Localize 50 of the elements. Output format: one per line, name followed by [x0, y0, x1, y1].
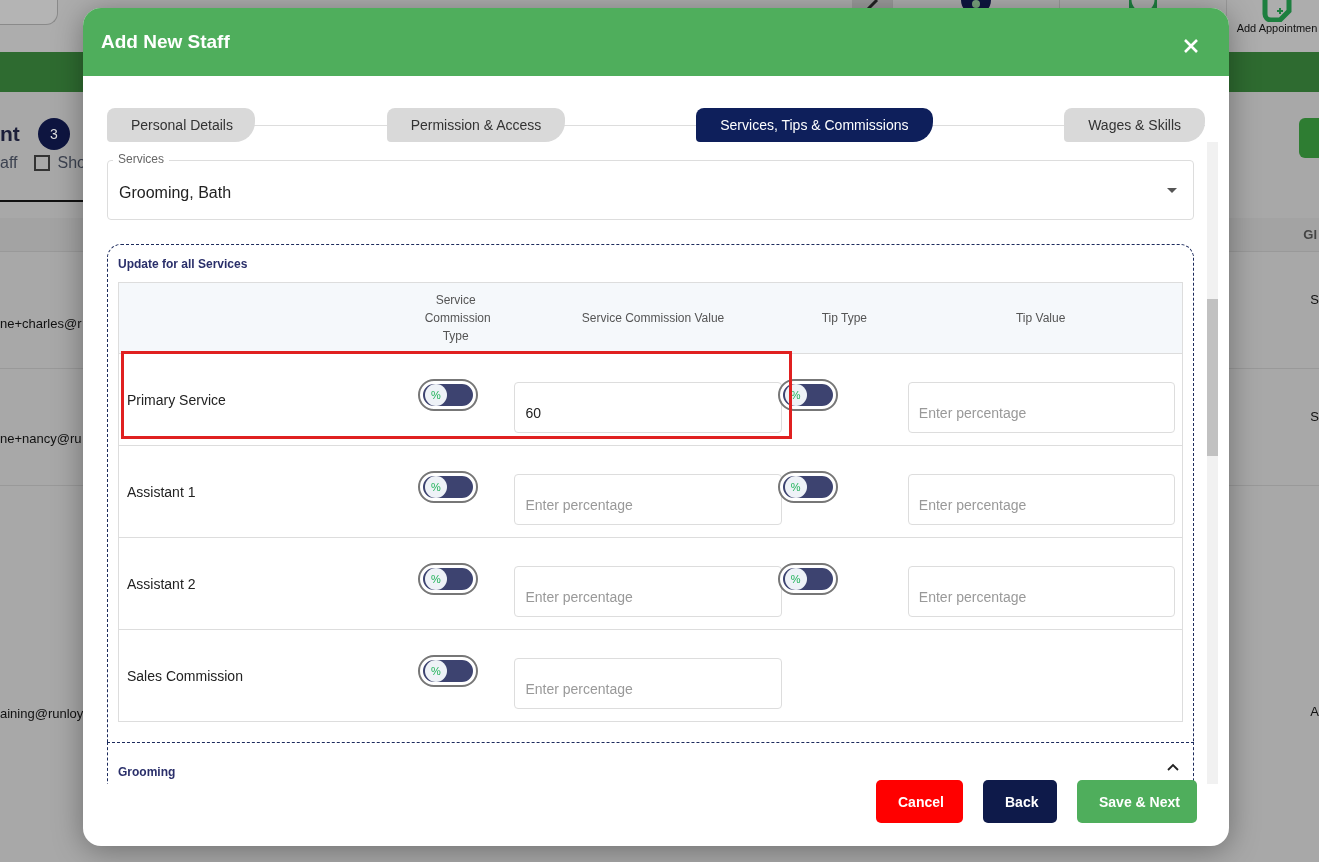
email-cell-text: ne+nancy@ru	[0, 431, 82, 448]
row-label: Primary Service	[127, 391, 226, 408]
table-cell-text: S	[1310, 292, 1319, 309]
column-header: Tip Type	[821, 311, 868, 325]
page-title: nt	[0, 122, 20, 146]
add-appointment-button[interactable]: Add Appointmen	[1227, 0, 1319, 34]
toggle-switch[interactable]: %	[419, 657, 476, 685]
close-icon[interactable]	[1183, 38, 1199, 54]
dialog-title: Add New Staff	[101, 31, 230, 53]
column-header: Service Commission Value	[581, 311, 725, 325]
input-field[interactable]: Enter percentage	[907, 382, 1175, 433]
step-tab[interactable]: Permission & Access	[386, 108, 565, 142]
checkbox[interactable]	[33, 155, 50, 171]
email-cell: aining@runloy	[0, 706, 84, 721]
dialog-button[interactable]: Back	[983, 780, 1057, 823]
input-field[interactable]: 60	[514, 382, 783, 433]
scrollbar-thumb[interactable]	[1207, 299, 1218, 456]
input-field[interactable]: Enter percentage	[514, 566, 783, 617]
staff-label: aff	[0, 154, 18, 172]
toggle-switch[interactable]: %	[419, 381, 476, 409]
step-tab[interactable]: Wages & Skills	[1064, 108, 1205, 142]
column-header: Service Commission Type	[424, 293, 491, 343]
email-cell-text: ne+charles@r	[0, 316, 82, 333]
step-tab[interactable]: Services, Tips & Commissions	[696, 108, 933, 142]
step-tab[interactable]: Personal Details	[107, 108, 255, 142]
field-label: Services	[113, 152, 169, 166]
input-field[interactable]: Enter percentage	[514, 474, 783, 525]
row-label: Assistant 1	[127, 483, 196, 500]
input-field[interactable]: Enter percentage	[907, 474, 1175, 525]
toggle-switch[interactable]: %	[419, 565, 476, 593]
chevron-icon[interactable]	[1167, 763, 1179, 771]
caret-icon	[1167, 187, 1177, 193]
table-cell-text: S	[1310, 409, 1319, 426]
table-cell: A	[1310, 704, 1319, 721]
panel-title: Update for all Services	[118, 257, 249, 271]
section-title: Grooming	[118, 765, 176, 779]
input-field[interactable]: Enter percentage	[514, 658, 783, 709]
column-header: Gl	[1303, 227, 1318, 242]
dialog-button[interactable]: Save & Next	[1077, 780, 1197, 823]
input-field[interactable]: Enter percentage	[907, 566, 1175, 617]
toggle-switch[interactable]: %	[419, 473, 476, 501]
dialog-button[interactable]: Cancel	[876, 780, 963, 823]
toggle-switch[interactable]: %	[779, 565, 836, 593]
toggle-switch[interactable]: %	[779, 473, 836, 501]
column-header: Tip Value	[1015, 311, 1066, 325]
row-label: Sales Commission	[127, 667, 243, 684]
row-label: Assistant 2	[127, 575, 196, 592]
count-badge: 3	[37, 118, 70, 150]
calendar-plus-icon	[1262, 0, 1292, 22]
search-field[interactable]	[0, 0, 58, 25]
